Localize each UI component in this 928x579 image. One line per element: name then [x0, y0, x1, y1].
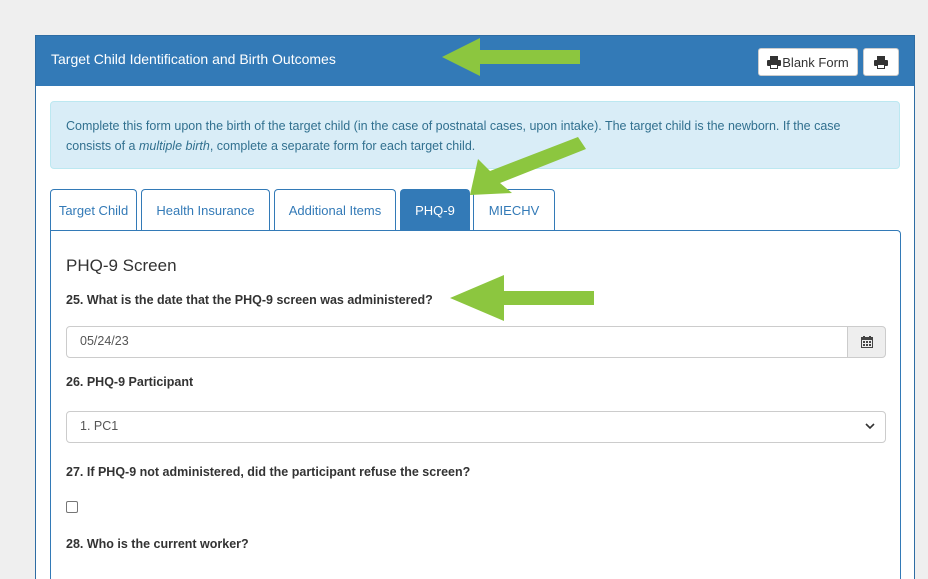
chevron-down-icon: [865, 423, 875, 430]
print-button[interactable]: [863, 48, 899, 76]
blank-form-label: Blank Form: [782, 54, 849, 70]
q27-label: 27. If PHQ-9 not administered, did the p…: [66, 465, 471, 479]
participant-select-value: 1. PC1: [80, 419, 119, 433]
tab-additional-items[interactable]: Additional Items: [274, 189, 396, 230]
date-administered-input[interactable]: 05/24/23: [66, 326, 848, 358]
tab-target-child[interactable]: Target Child: [50, 189, 137, 230]
q28-label: 28. Who is the current worker?: [66, 537, 249, 551]
tab-health-insurance[interactable]: Health Insurance: [141, 189, 270, 230]
arrow-left-icon: [450, 275, 594, 321]
print-icon: [767, 55, 782, 69]
section-title: PHQ-9 Screen: [66, 256, 177, 275]
print-icon: [874, 55, 888, 69]
blank-form-button[interactable]: Blank Form: [758, 48, 858, 76]
arrow-left-icon: [470, 137, 586, 195]
info-text-end: , complete a separate form for each targ…: [209, 139, 476, 153]
calendar-icon: [860, 336, 873, 348]
q26-label: 26. PHQ-9 Participant: [66, 375, 194, 389]
arrow-left-icon: [442, 38, 580, 76]
participant-select[interactable]: 1. PC1: [66, 411, 886, 443]
calendar-button[interactable]: [847, 326, 886, 358]
info-text-emphasis: multiple birth: [138, 139, 210, 153]
refused-screen-checkbox[interactable]: [66, 501, 78, 513]
q25-label: 25. What is the date that the PHQ-9 scre…: [66, 293, 433, 307]
panel-title: Target Child Identification and Birth Ou…: [51, 51, 336, 67]
